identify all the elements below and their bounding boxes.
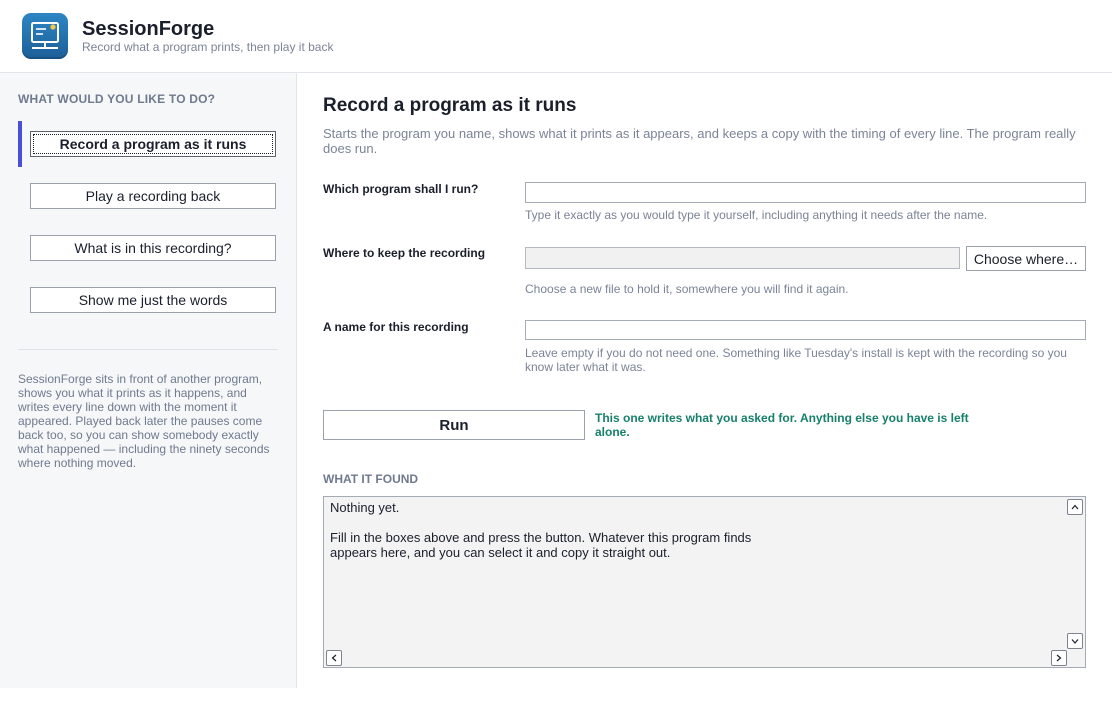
run-button[interactable]: Run: [323, 410, 585, 440]
output-heading: WHAT IT FOUND: [323, 472, 419, 486]
app-header: SessionForge Record what a program print…: [0, 0, 1112, 73]
app-subtitle: Record what a program prints, then play …: [82, 40, 334, 54]
location-label: Where to keep the recording: [323, 246, 486, 260]
scroll-up-icon[interactable]: [1067, 499, 1083, 515]
monitor-icon: [22, 13, 68, 59]
sidebar-item-play[interactable]: Play a recording back: [30, 183, 276, 209]
choose-location-button[interactable]: Choose where…: [966, 246, 1086, 271]
run-note: This one writes what you asked for. Anyt…: [595, 411, 969, 439]
location-hint: Choose a new file to hold it, somewhere …: [525, 282, 849, 296]
name-hint: Leave empty if you do not need one. Some…: [525, 346, 1067, 374]
sidebar-about-text: SessionForge sits in front of another pr…: [18, 372, 270, 470]
program-hint: Type it exactly as you would type it you…: [525, 208, 988, 222]
sidebar-item-record[interactable]: Record a program as it runs: [30, 131, 276, 157]
sidebar: WHAT WOULD YOU LIKE TO DO? Record a prog…: [0, 73, 297, 688]
recording-name-input[interactable]: [525, 320, 1086, 340]
scroll-left-icon[interactable]: [326, 650, 342, 666]
scroll-right-icon[interactable]: [1051, 650, 1067, 666]
page-description: Starts the program you name, shows what …: [323, 126, 1076, 156]
output-text[interactable]: Nothing yet. Fill in the boxes above and…: [330, 500, 1060, 560]
location-input[interactable]: [525, 247, 960, 269]
page-title: Record a program as it runs: [323, 95, 577, 116]
scroll-down-icon[interactable]: [1067, 633, 1083, 649]
app-title: SessionForge: [82, 18, 215, 40]
program-input[interactable]: [525, 182, 1086, 203]
sidebar-heading: WHAT WOULD YOU LIKE TO DO?: [18, 92, 216, 106]
program-label: Which program shall I run?: [323, 182, 479, 196]
output-area[interactable]: Nothing yet. Fill in the boxes above and…: [323, 496, 1086, 668]
active-item-marker: [18, 121, 22, 167]
sidebar-divider: [18, 349, 278, 350]
name-label: A name for this recording: [323, 320, 469, 334]
sidebar-item-words[interactable]: Show me just the words: [30, 287, 276, 313]
sidebar-item-inspect[interactable]: What is in this recording?: [30, 235, 276, 261]
